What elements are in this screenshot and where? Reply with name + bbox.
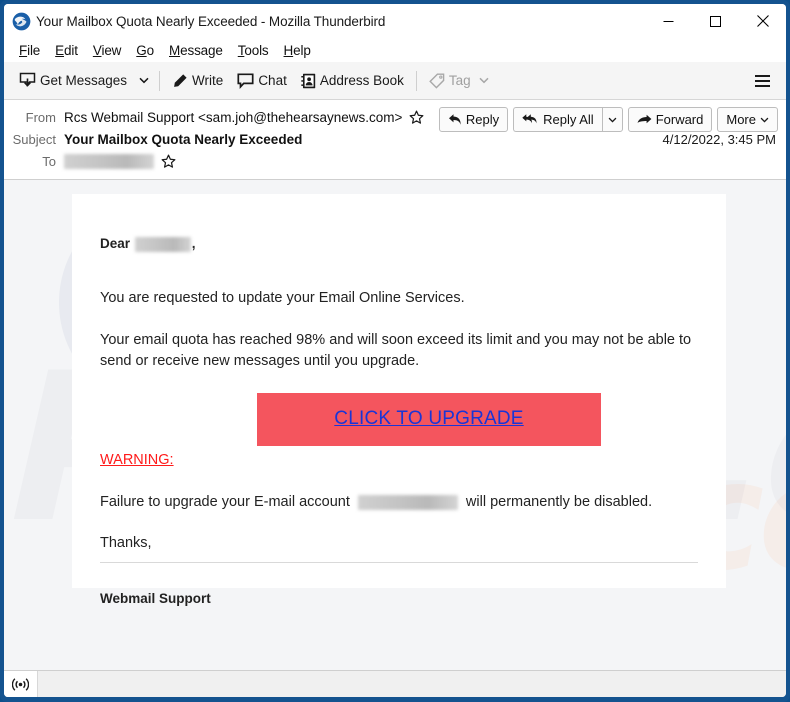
subject-label: Subject <box>12 131 56 147</box>
failure-line: Failure to upgrade your E-mail account w… <box>100 492 698 513</box>
subject-value: Your Mailbox Quota Nearly Exceeded <box>64 131 303 147</box>
menu-bar: File Edit View Go Message Tools Help <box>4 38 786 62</box>
from-value[interactable]: Rcs Webmail Support <sam.joh@thehearsayn… <box>64 110 402 125</box>
main-toolbar: Get Messages Write Chat Address Book Tag <box>4 62 786 100</box>
close-icon <box>756 15 769 27</box>
tag-icon <box>429 73 445 89</box>
greeting-suffix: , <box>191 236 196 251</box>
tag-button[interactable]: Tag <box>422 67 496 95</box>
thanks-line: Thanks, <box>100 535 152 552</box>
chevron-down-icon <box>760 117 769 122</box>
upgrade-button[interactable]: CLICK TO UPGRADE <box>257 392 601 447</box>
hamburger-menu-icon-bar3 <box>754 84 770 87</box>
failure-suffix: will permanently be disabled. <box>465 494 653 511</box>
get-messages-button[interactable]: Get Messages <box>12 67 134 95</box>
toolbar-separator-2 <box>415 70 417 91</box>
from-label: From <box>25 109 56 125</box>
window-title: Your Mailbox Quota Nearly Exceeded - Moz… <box>36 13 386 29</box>
forward-button[interactable]: Forward <box>627 107 713 132</box>
chat-label: Chat <box>258 73 287 88</box>
thunderbird-logo-icon <box>12 12 31 30</box>
more-label: More <box>726 112 756 127</box>
reply-arrow-icon <box>448 114 461 125</box>
address-book-button[interactable]: Address Book <box>294 67 411 95</box>
menu-tools[interactable]: Tools <box>231 41 277 60</box>
chevron-down-icon <box>608 117 617 122</box>
reply-all-dropdown-button[interactable] <box>601 107 623 132</box>
redaction-block-email <box>357 494 458 510</box>
to-value-redacted[interactable] <box>64 153 154 169</box>
message-date: 4/12/2022, 3:45 PM <box>662 132 776 147</box>
greeting-prefix: Dear <box>100 236 131 251</box>
menu-view[interactable]: View <box>86 41 129 60</box>
rss-status-button[interactable] <box>4 671 38 697</box>
message-header: From Rcs Webmail Support <sam.joh@thehea… <box>4 100 786 180</box>
chevron-down-icon <box>139 77 149 84</box>
maximize-icon <box>710 15 721 27</box>
upgrade-link[interactable]: CLICK TO UPGRADE <box>334 408 523 429</box>
redaction-block <box>64 153 154 169</box>
redaction-block-name <box>134 236 191 252</box>
address-book-icon <box>301 73 316 89</box>
reply-all-split-button: Reply All <box>513 107 623 132</box>
rss-broadcast-icon <box>12 677 29 691</box>
cta-wrapper: CLICK TO UPGRADE <box>100 392 698 447</box>
hamburger-menu-icon-bar2 <box>754 79 770 82</box>
chat-button[interactable]: Chat <box>230 67 294 95</box>
menu-message[interactable]: Message <box>162 41 231 60</box>
tag-label: Tag <box>448 73 471 88</box>
more-button[interactable]: More <box>717 107 778 132</box>
get-messages-label: Get Messages <box>40 73 128 88</box>
get-messages-dropdown-button[interactable] <box>134 67 154 95</box>
signature-divider <box>100 562 698 564</box>
chevron-down-icon <box>479 77 489 84</box>
message-body-pane: PCrisk.com risk.com Dear , You are reque… <box>4 180 786 671</box>
email-body: Dear , You are requested to update your … <box>72 194 726 609</box>
menu-help[interactable]: Help <box>277 41 319 60</box>
window-controls <box>645 4 786 38</box>
paragraph-2: Your email quota has reached 98% and wil… <box>100 331 692 369</box>
message-actions: Reply Reply All Forward More <box>438 107 778 132</box>
to-label: To <box>42 153 56 169</box>
menu-file[interactable]: File <box>12 41 48 60</box>
write-label: Write <box>192 73 224 88</box>
write-button[interactable]: Write <box>165 67 230 95</box>
forward-label: Forward <box>655 112 704 127</box>
greeting-line: Dear , <box>100 234 698 254</box>
failure-prefix: Failure to upgrade your E-mail account <box>100 494 350 511</box>
window-content: Your Mailbox Quota Nearly Exceeded - Moz… <box>4 4 786 697</box>
chat-bubble-icon <box>237 72 254 89</box>
from-star-icon[interactable] <box>409 110 424 125</box>
application-window: Your Mailbox Quota Nearly Exceeded - Moz… <box>0 0 790 702</box>
forward-arrow-icon <box>637 114 652 123</box>
app-menu-button[interactable] <box>748 67 776 95</box>
to-row: To <box>12 150 778 172</box>
pencil-icon <box>172 73 188 89</box>
reply-label: Reply <box>465 112 500 127</box>
paragraph-1: You are requested to update your Email O… <box>100 289 465 306</box>
warning-label: WARNING: <box>100 452 174 469</box>
reply-button[interactable]: Reply <box>438 107 509 132</box>
maximize-button[interactable] <box>692 4 739 38</box>
address-book-label: Address Book <box>319 73 404 88</box>
reply-all-button[interactable]: Reply All <box>513 107 602 132</box>
status-bar <box>4 671 786 697</box>
hamburger-menu-icon <box>754 74 770 77</box>
reply-all-arrow-icon <box>522 114 537 124</box>
get-messages-icon <box>19 72 36 89</box>
reply-all-label: Reply All <box>543 112 594 127</box>
close-button[interactable] <box>739 4 786 38</box>
title-bar: Your Mailbox Quota Nearly Exceeded - Moz… <box>4 4 786 38</box>
to-star-icon[interactable] <box>161 154 176 169</box>
toolbar-separator <box>159 70 161 91</box>
minimize-button[interactable] <box>645 4 692 38</box>
email-content-card: Dear , You are requested to update your … <box>72 194 726 606</box>
menu-edit[interactable]: Edit <box>48 41 86 60</box>
signoff-line: Webmail Support <box>100 591 211 607</box>
minimize-icon <box>663 20 674 22</box>
menu-go[interactable]: Go <box>129 41 162 60</box>
